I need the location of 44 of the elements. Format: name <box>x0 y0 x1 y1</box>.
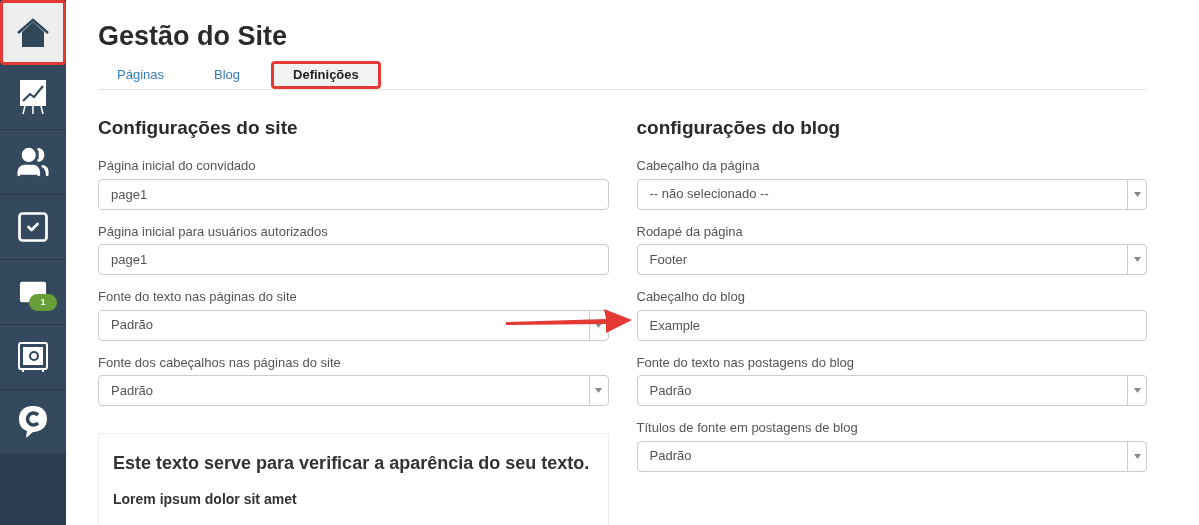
chart-board-icon <box>18 79 48 115</box>
sidebar-item[interactable] <box>0 130 66 195</box>
sidebar-item[interactable] <box>0 325 66 390</box>
field-label: Rodapé da página <box>636 222 744 241</box>
tab[interactable]: Blog <box>195 61 259 89</box>
chat-icon <box>17 404 49 440</box>
dropdown-caret-icon <box>1133 388 1141 393</box>
input-field[interactable]: page1 <box>98 178 609 210</box>
dropdown[interactable]: Padrão <box>98 375 609 406</box>
dropdown-caret-icon <box>595 388 602 393</box>
tab[interactable]: Páginas <box>98 61 183 89</box>
section-heading: Configurações do site <box>98 116 299 140</box>
field-label: Fonte dos cabeçalhos nas páginas do site <box>98 353 342 372</box>
dropdown[interactable]: -- não selecionado -- <box>636 178 1147 210</box>
tab[interactable]: Definições <box>271 61 381 89</box>
input-field[interactable]: page1 <box>98 244 609 275</box>
field-label: Títulos de fonte em postagens de blog <box>636 419 859 437</box>
notification-badge: 1 <box>29 294 57 311</box>
sidebar-item[interactable] <box>0 390 66 455</box>
checkbox-icon <box>15 209 51 245</box>
sidebar-item[interactable] <box>0 65 66 130</box>
field-label: Cabeçalho da página <box>636 157 761 175</box>
dropdown[interactable]: Footer <box>636 244 1147 275</box>
dropdown[interactable]: Padrão <box>636 440 1147 472</box>
preview-text: Lorem ipsum dolor sit amet <box>113 490 298 509</box>
sidebar-item[interactable] <box>0 0 66 65</box>
field-label: Página inicial para usuários autorizados <box>98 222 329 241</box>
section-heading: configurações do blog <box>636 116 842 140</box>
field-label: Página inicial do convidado <box>98 157 257 175</box>
input-field[interactable]: Example <box>636 309 1147 341</box>
field-label: Cabeçalho do blog <box>636 288 746 306</box>
field-label: Fonte do texto nas postagens do blog <box>636 353 856 372</box>
safe-icon <box>17 341 49 373</box>
dropdown-caret-icon <box>1133 191 1141 197</box>
field-label: Fonte do texto nas páginas do site <box>98 288 298 306</box>
dropdown-caret-icon <box>1133 257 1141 262</box>
page-title: Gestão do Site <box>98 20 289 52</box>
dropdown[interactable]: Padrão <box>636 375 1147 406</box>
dropdown-caret-icon <box>1133 453 1141 459</box>
dropdown[interactable]: Padrão <box>98 309 609 341</box>
house-icon <box>16 16 50 49</box>
users-icon <box>16 145 50 179</box>
preview-heading: Este texto serve para verificar a aparência do seu texto. <box>113 452 591 475</box>
sidebar-item[interactable] <box>0 195 66 260</box>
